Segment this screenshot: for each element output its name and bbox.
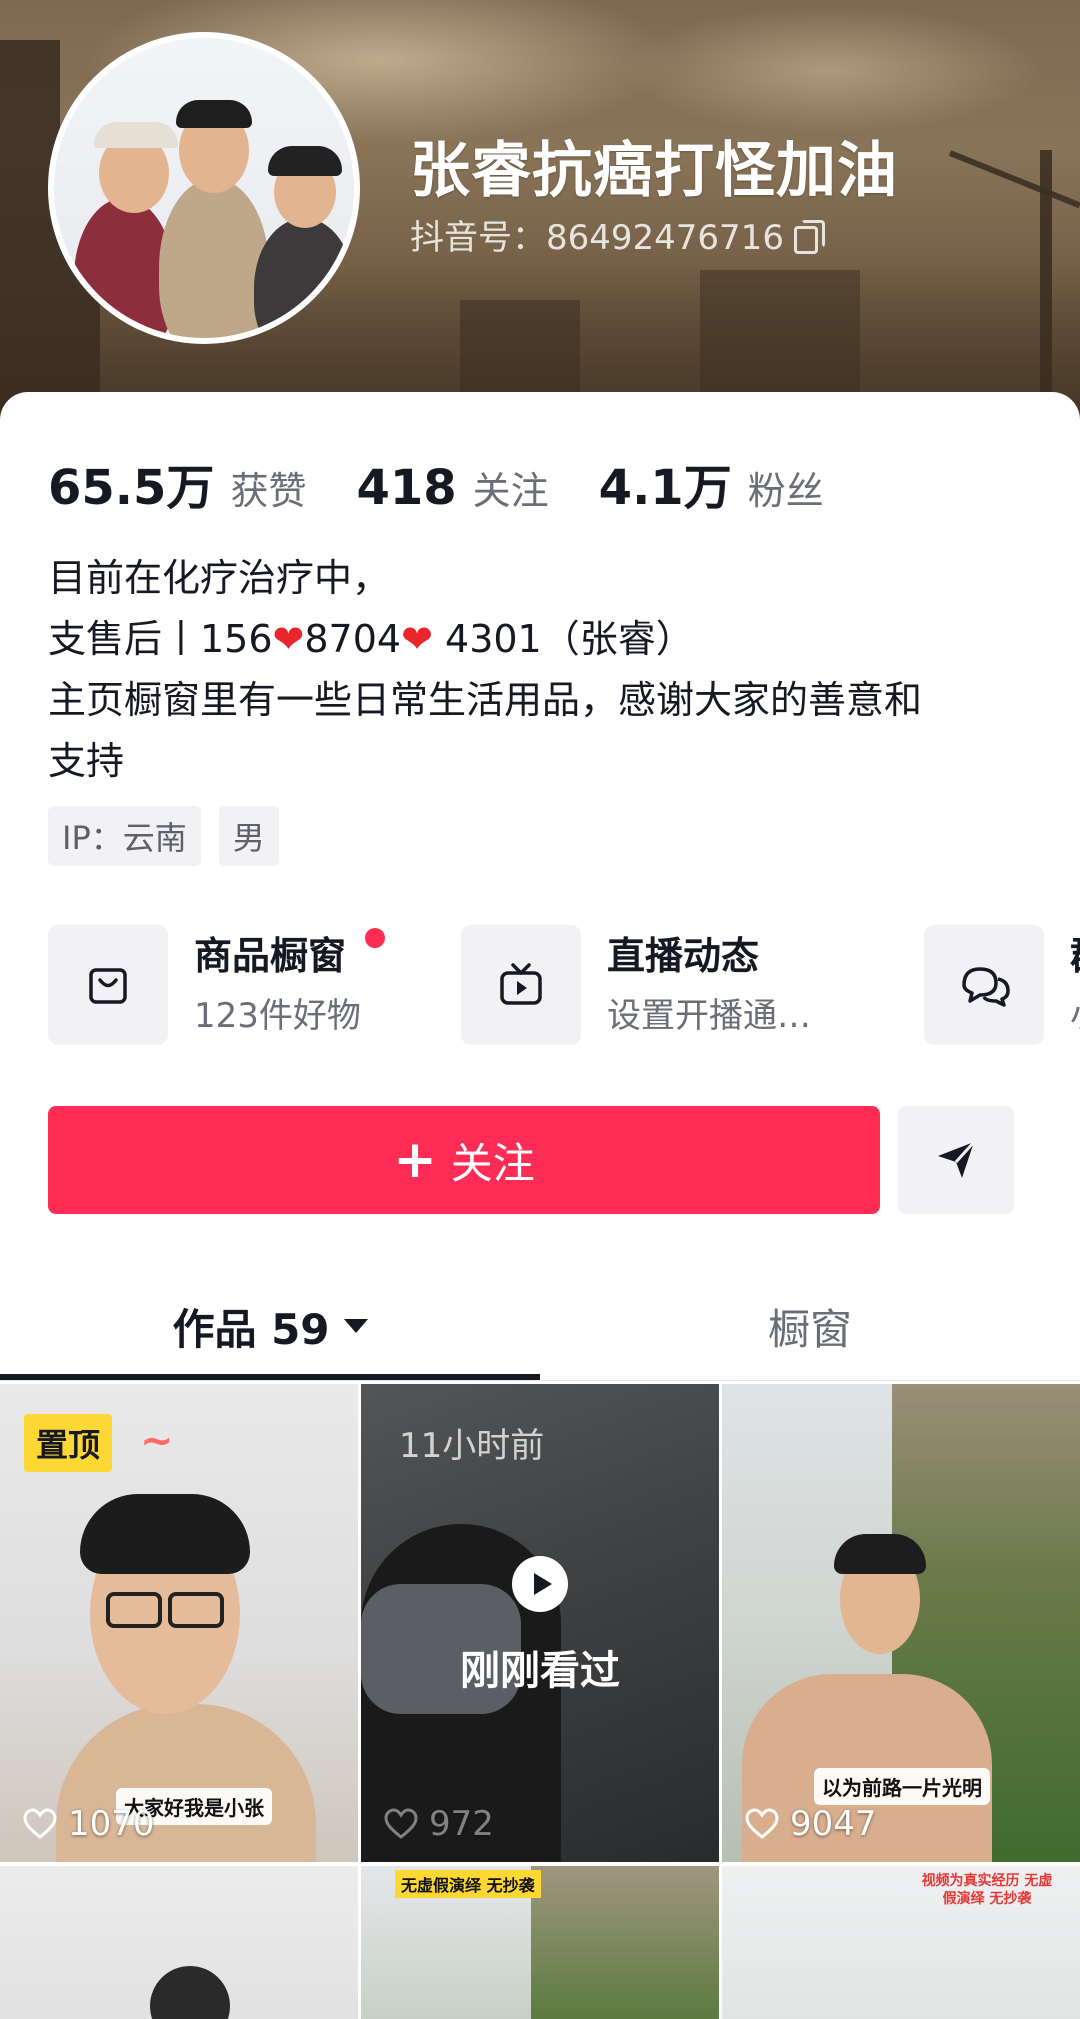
bio-text: 4301（张睿） bbox=[432, 617, 694, 661]
video-like-count: 972 bbox=[383, 1804, 494, 1844]
tab-shop-window-label: 橱窗 bbox=[767, 1304, 852, 1354]
video-tile[interactable]: 视频为真实经历 无虚假演绎 无抄袭 bbox=[722, 1866, 1080, 2019]
entry-shop-window-subtitle: 123件好物 bbox=[194, 996, 361, 1036]
profile-stats: 65.5万 获赞 418 关注 4.1万 粉丝 bbox=[48, 448, 874, 518]
bio-line: 主页橱窗里有一些日常生活用品，感谢大家的善意和 bbox=[48, 678, 923, 722]
video-tile[interactable]: ~ 置顶 大家好我是小张 1070 bbox=[0, 1384, 358, 1862]
avatar-hair bbox=[176, 100, 252, 128]
bio-text: 8704 bbox=[304, 617, 402, 661]
share-button[interactable] bbox=[898, 1106, 1014, 1214]
video-tile[interactable]: 以为前路一片光明 9047 bbox=[722, 1384, 1080, 1862]
crane-arm bbox=[948, 150, 1080, 209]
video-person-hair bbox=[834, 1534, 926, 1574]
stat-followers-label: 粉丝 bbox=[747, 469, 824, 513]
stat-following-value: 418 bbox=[356, 460, 457, 516]
tab-divider bbox=[0, 1380, 1080, 1381]
chat-bubbles-icon bbox=[924, 925, 1044, 1045]
tab-works[interactable]: 作品 59 bbox=[0, 1270, 540, 1382]
video-time-ago: 11小时前 bbox=[399, 1426, 545, 1466]
stat-likes-value: 65.5万 bbox=[48, 460, 215, 516]
gender-tag: 男 bbox=[218, 806, 279, 866]
entry-shop-window[interactable]: 商品橱窗 123件好物 bbox=[48, 924, 385, 1046]
avatar-person bbox=[254, 218, 354, 338]
entry-group-chat-subtitle: 小 bbox=[1070, 994, 1080, 1038]
video-like-count: 1070 bbox=[22, 1804, 155, 1844]
play-icon[interactable] bbox=[512, 1556, 568, 1612]
douyin-id[interactable]: 抖音号：86492476716 bbox=[410, 210, 825, 259]
stat-followers-value: 4.1万 bbox=[598, 460, 732, 516]
video-tile[interactable] bbox=[0, 1866, 358, 2019]
video-grid: ~ 置顶 大家好我是小张 1070 11小时前 刚刚看过 972 以为前路一片光… bbox=[0, 1384, 1080, 2019]
avatar-hair bbox=[268, 146, 342, 176]
profile-tags: IP：云南 男 bbox=[48, 806, 279, 866]
profile-bio: 目前在化疗治疗中， 支售后丨156❤8704❤ 4301（张睿） 主页橱窗里有一… bbox=[48, 548, 1038, 792]
tab-shop-window[interactable]: 橱窗 bbox=[540, 1270, 1080, 1382]
tv-icon bbox=[461, 925, 581, 1045]
bio-line-contact: 支售后丨156❤8704❤ 4301（张睿） bbox=[48, 609, 1038, 670]
stat-likes[interactable]: 65.5万 获赞 bbox=[48, 448, 306, 518]
douyin-id-text: 抖音号：86492476716 bbox=[410, 218, 784, 258]
profile-tabs: 作品 59 橱窗 bbox=[0, 1270, 1080, 1382]
pinned-badge: 置顶 bbox=[24, 1414, 113, 1472]
follow-button-label: 关注 bbox=[450, 1138, 535, 1188]
feature-entries: 商品橱窗 123件好物 直播动态 设置开播通… 群 小 bbox=[48, 924, 1080, 1046]
entry-live[interactable]: 直播动态 设置开播通… bbox=[461, 924, 811, 1046]
heart-icon: ❤ bbox=[272, 617, 305, 661]
heart-outline-icon bbox=[745, 1808, 779, 1839]
stat-following-label: 关注 bbox=[472, 469, 549, 513]
entry-live-subtitle: 设置开播通… bbox=[607, 996, 811, 1036]
heart-outline-icon bbox=[384, 1808, 418, 1839]
bio-line: 目前在化疗治疗中， bbox=[48, 556, 391, 600]
avatar-person bbox=[159, 178, 269, 338]
video-banner: 视频为真实经历 无虚假演绎 无抄袭 bbox=[921, 1873, 1053, 1907]
avatar[interactable] bbox=[48, 32, 360, 344]
video-person-glasses bbox=[168, 1592, 224, 1628]
heart-icon: ❤ bbox=[401, 617, 433, 661]
profile-nickname: 张睿抗癌打怪加油 bbox=[410, 136, 898, 206]
video-like-count: 9047 bbox=[744, 1804, 877, 1844]
notification-dot bbox=[364, 928, 385, 948]
shopping-bag-icon bbox=[48, 925, 168, 1045]
just-watched-label: 刚刚看过 bbox=[460, 1648, 620, 1694]
send-icon bbox=[938, 1140, 976, 1178]
video-person-hair bbox=[80, 1494, 250, 1574]
like-count-text: 972 bbox=[429, 1804, 494, 1844]
stat-following[interactable]: 418 关注 bbox=[356, 460, 548, 516]
video-person-glasses bbox=[106, 1592, 162, 1628]
avatar-cap bbox=[94, 122, 178, 148]
video-tile[interactable]: 无虚假演绎 无抄袭 bbox=[361, 1866, 719, 2019]
video-tile[interactable]: 11小时前 刚刚看过 972 bbox=[361, 1384, 719, 1862]
stat-likes-label: 获赞 bbox=[230, 469, 307, 513]
follow-button[interactable]: + 关注 bbox=[48, 1106, 880, 1214]
video-scribble-decoration: ~ bbox=[140, 1418, 174, 1464]
entry-title-text: 商品橱窗 bbox=[194, 934, 347, 978]
entry-group-chat[interactable]: 群 小 bbox=[924, 924, 1080, 1046]
entry-shop-window-title: 商品橱窗 bbox=[194, 928, 385, 980]
ip-location-tag: IP：云南 bbox=[48, 806, 201, 866]
bio-text: 支售后丨156 bbox=[48, 617, 273, 661]
stat-followers[interactable]: 4.1万 粉丝 bbox=[599, 448, 824, 518]
heart-outline-icon bbox=[23, 1808, 57, 1839]
video-person-hair bbox=[150, 1966, 230, 2019]
caret-down-icon[interactable] bbox=[343, 1319, 368, 1333]
video-cliff-foliage bbox=[531, 1866, 719, 2019]
bio-line: 支持 bbox=[48, 739, 125, 783]
entry-live-title: 直播动态 bbox=[607, 934, 760, 978]
video-banner: 无虚假演绎 无抄袭 bbox=[395, 1870, 541, 1898]
video-caption: 以为前路一片光明 bbox=[814, 1768, 990, 1805]
entry-group-chat-title: 群 bbox=[1070, 932, 1080, 980]
copy-icon[interactable] bbox=[793, 219, 825, 254]
like-count-text: 1070 bbox=[68, 1804, 155, 1844]
tab-works-label: 作品 59 bbox=[172, 1304, 330, 1354]
plus-icon: + bbox=[393, 1130, 437, 1190]
like-count-text: 9047 bbox=[790, 1804, 877, 1844]
